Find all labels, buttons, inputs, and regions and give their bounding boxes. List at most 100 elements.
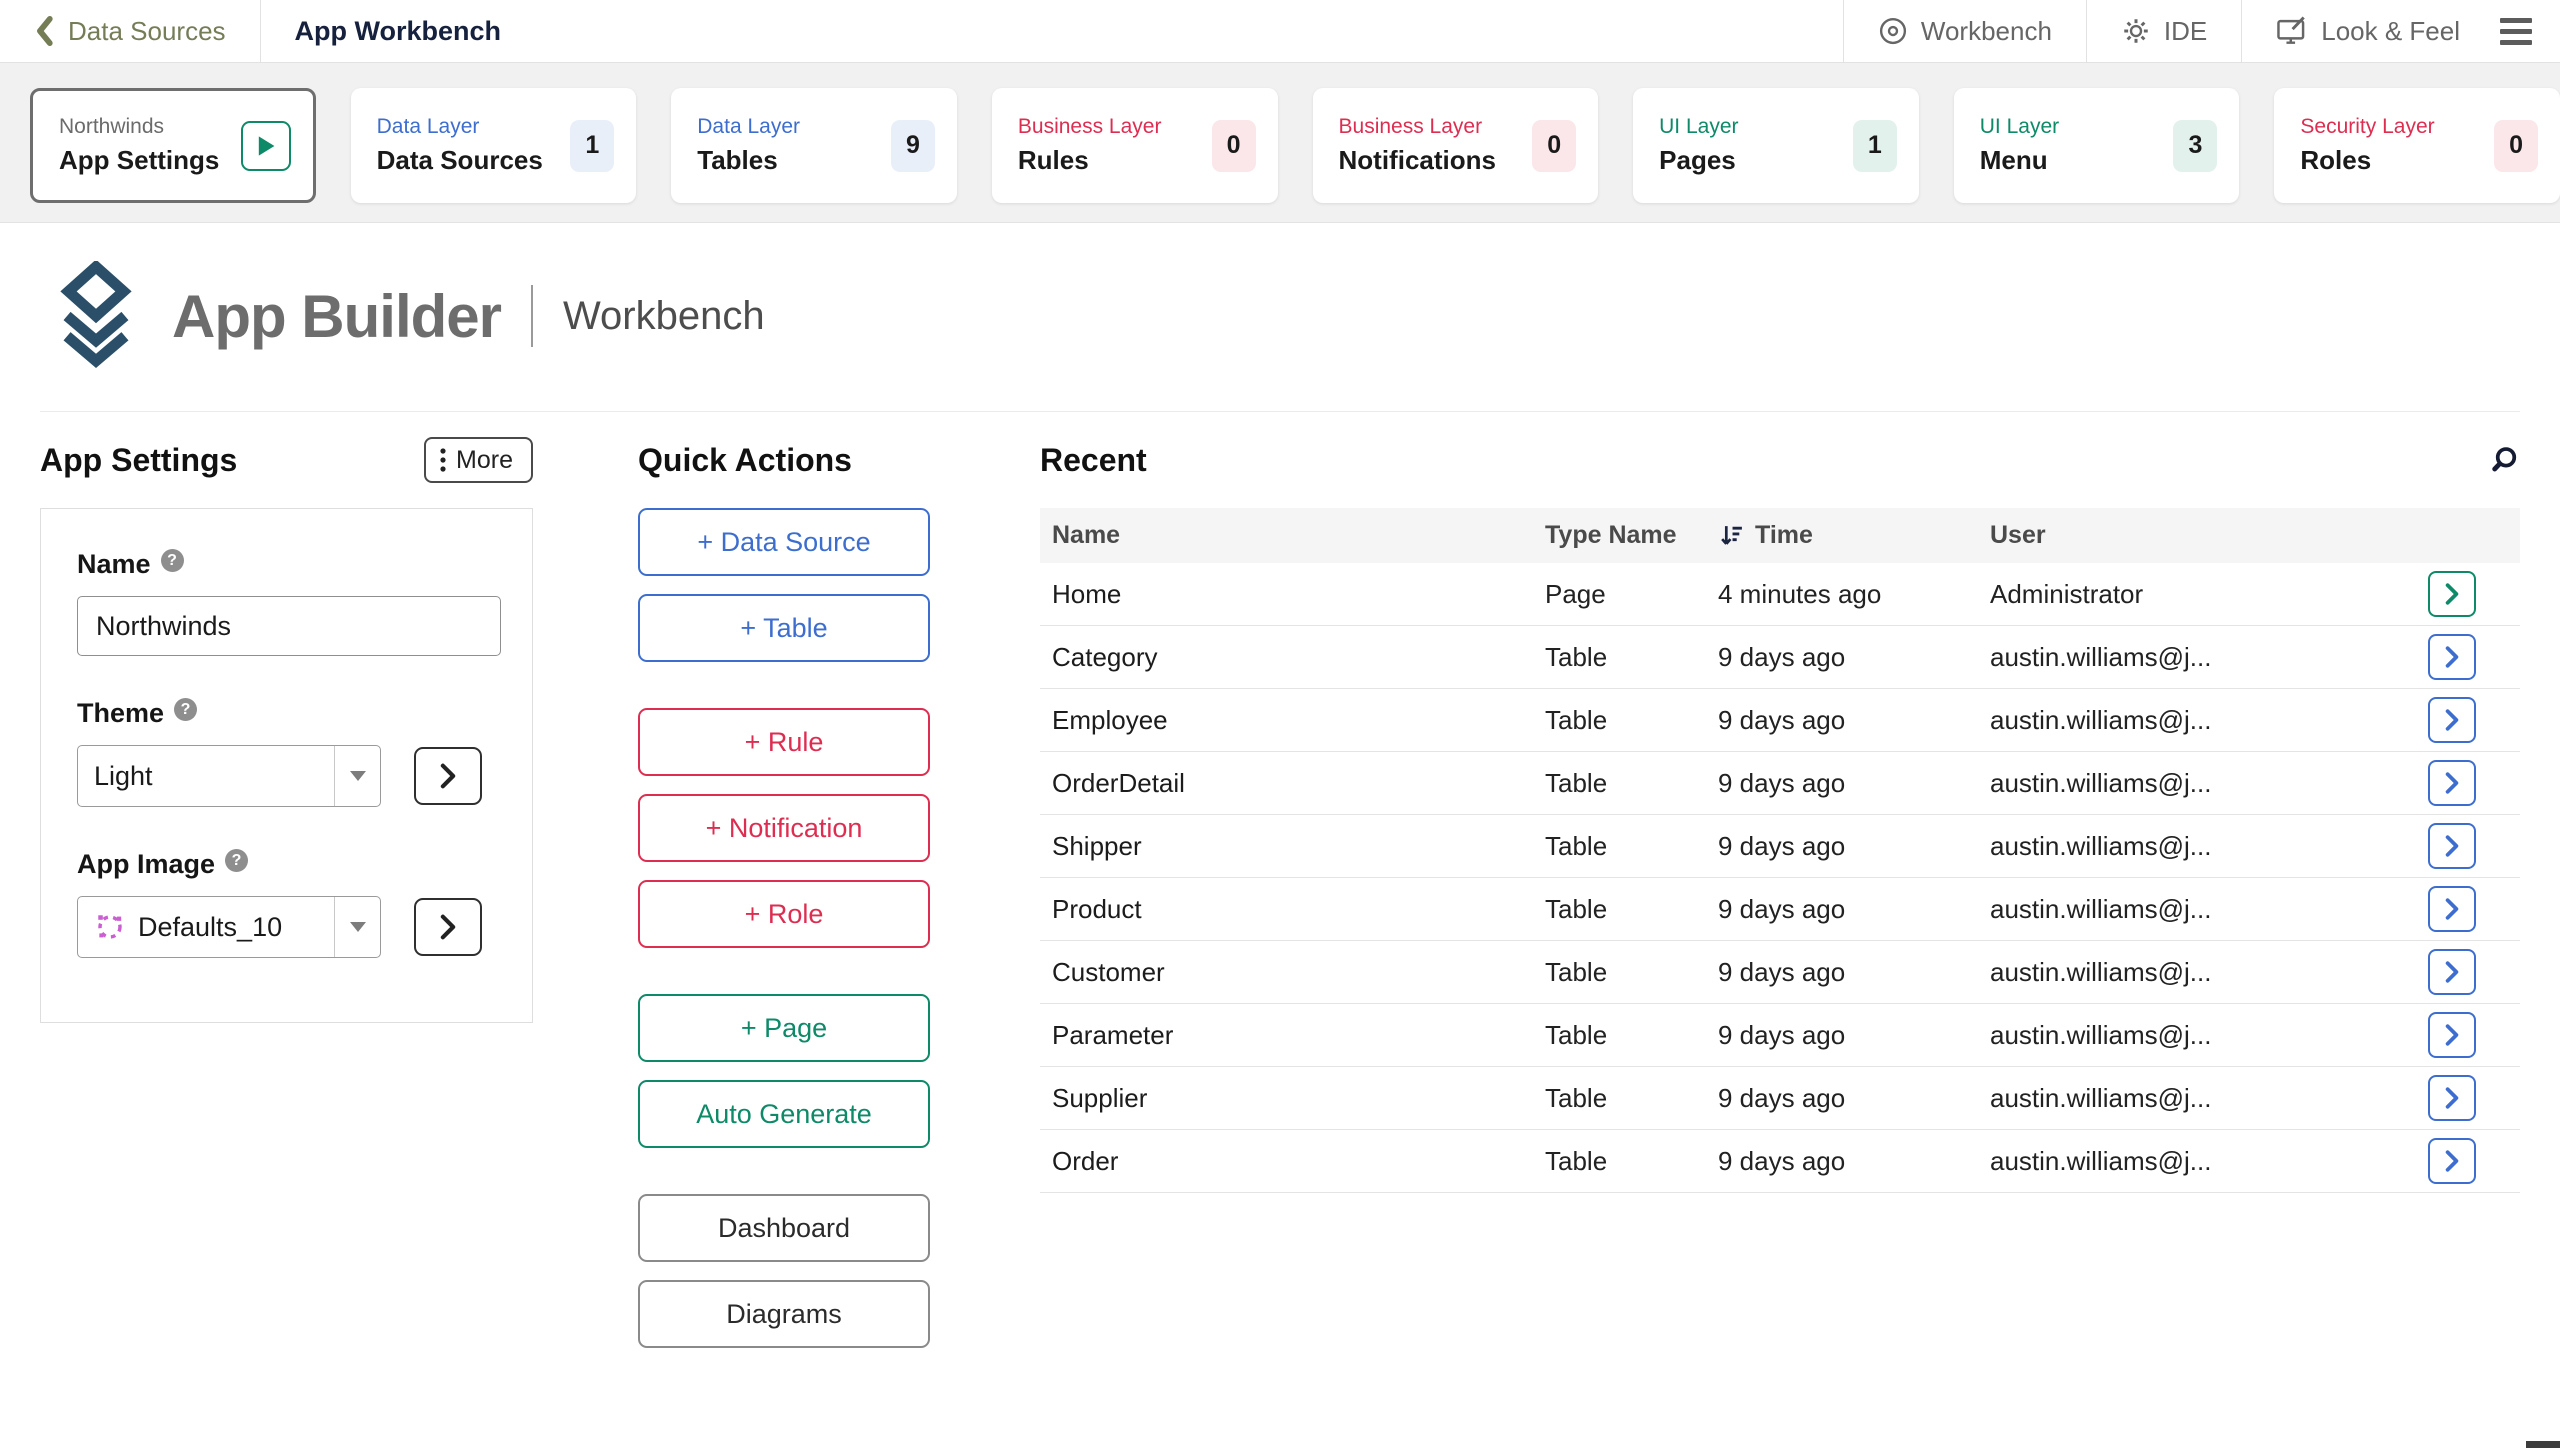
table-row[interactable]: Parameter Table 9 days ago austin.willia… [1040, 1004, 2520, 1067]
table-row[interactable]: Shipper Table 9 days ago austin.williams… [1040, 815, 2520, 878]
chevron-right-icon [2444, 646, 2460, 668]
run-app-button[interactable] [241, 121, 291, 171]
theme-open-button[interactable] [414, 747, 482, 805]
dashboard-button[interactable]: Dashboard [638, 1194, 930, 1262]
help-icon[interactable]: ? [174, 698, 197, 721]
diagrams-button[interactable]: Diagrams [638, 1280, 930, 1348]
app-image-open-button[interactable] [414, 898, 482, 956]
add-data-source-button[interactable]: + Data Source [638, 508, 930, 576]
column-header-time[interactable]: Time [1718, 521, 1990, 550]
theme-label: Theme [77, 698, 164, 729]
column-header-name[interactable]: Name [1040, 521, 1545, 550]
card-roles[interactable]: Security Layer Roles 0 [2274, 88, 2560, 203]
open-row-button[interactable] [2428, 823, 2476, 869]
row-user: austin.williams@j... [1990, 705, 2428, 736]
row-type: Table [1545, 1083, 1718, 1114]
open-row-button[interactable] [2428, 571, 2476, 617]
table-row[interactable]: Category Table 9 days ago austin.william… [1040, 626, 2520, 689]
open-row-button[interactable] [2428, 949, 2476, 995]
brand-title: App Builder [172, 282, 501, 351]
row-user: austin.williams@j... [1990, 957, 2428, 988]
chevron-right-icon [2444, 835, 2460, 857]
open-row-button[interactable] [2428, 697, 2476, 743]
back-label: Data Sources [68, 16, 226, 47]
table-row[interactable]: Product Table 9 days ago austin.williams… [1040, 878, 2520, 941]
card-app-settings[interactable]: Northwinds App Settings [30, 88, 316, 203]
card-name: Pages [1659, 145, 1738, 176]
open-row-button[interactable] [2428, 1012, 2476, 1058]
nav-item-ide[interactable]: IDE [2121, 16, 2207, 47]
chevron-right-icon [2444, 1024, 2460, 1046]
app-settings-heading: App Settings [40, 442, 237, 479]
row-name: OrderDetail [1040, 768, 1545, 799]
card-layer: Data Layer [377, 115, 543, 139]
open-row-button[interactable] [2428, 760, 2476, 806]
add-notification-button[interactable]: + Notification [638, 794, 930, 862]
back-to-data-sources[interactable]: Data Sources [34, 16, 226, 47]
help-icon[interactable]: ? [161, 549, 184, 572]
card-name: Data Sources [377, 145, 543, 176]
count-badge: 0 [1532, 120, 1576, 172]
row-type: Table [1545, 957, 1718, 988]
count-badge: 0 [2494, 120, 2538, 172]
horizontal-scrollbar-thumb[interactable] [2526, 1441, 2560, 1448]
card-name: Tables [697, 145, 800, 176]
auto-generate-button[interactable]: Auto Generate [638, 1080, 930, 1148]
card-notifications[interactable]: Business Layer Notifications 0 [1313, 88, 1599, 203]
card-name: Rules [1018, 145, 1162, 176]
table-row[interactable]: Employee Table 9 days ago austin.william… [1040, 689, 2520, 752]
add-table-button[interactable]: + Table [638, 594, 930, 662]
row-type: Table [1545, 768, 1718, 799]
row-user: austin.williams@j... [1990, 1146, 2428, 1177]
theme-dropdown[interactable]: Light [77, 745, 381, 807]
row-time: 9 days ago [1718, 957, 1990, 988]
row-user: austin.williams@j... [1990, 768, 2428, 799]
count-badge: 0 [1212, 120, 1256, 172]
search-icon[interactable] [2488, 444, 2520, 476]
card-name: Notifications [1339, 145, 1496, 176]
app-image-thumbnail-icon [94, 911, 126, 943]
card-pages[interactable]: UI Layer Pages 1 [1633, 88, 1919, 203]
card-data-sources[interactable]: Data Layer Data Sources 1 [351, 88, 637, 203]
column-header-user[interactable]: User [1990, 521, 2428, 550]
app-name-input[interactable] [77, 596, 501, 656]
open-row-button[interactable] [2428, 1138, 2476, 1184]
column-header-type[interactable]: Type Name [1545, 521, 1718, 550]
column-header-time-label: Time [1755, 521, 1813, 550]
more-label: More [456, 446, 513, 475]
card-menu[interactable]: UI Layer Menu 3 [1954, 88, 2240, 203]
open-row-button[interactable] [2428, 886, 2476, 932]
open-row-button[interactable] [2428, 634, 2476, 680]
row-user: austin.williams@j... [1990, 894, 2428, 925]
app-image-dropdown[interactable]: Defaults_10 [77, 896, 381, 958]
card-tables[interactable]: Data Layer Tables 9 [671, 88, 957, 203]
open-row-button[interactable] [2428, 1075, 2476, 1121]
divider [1843, 0, 1844, 63]
chevron-right-icon [2444, 772, 2460, 794]
sort-descending-icon [1718, 522, 1745, 549]
count-badge: 3 [2173, 120, 2217, 172]
table-row[interactable]: OrderDetail Table 9 days ago austin.will… [1040, 752, 2520, 815]
card-rules[interactable]: Business Layer Rules 0 [992, 88, 1278, 203]
menu-hamburger-icon[interactable] [2500, 18, 2532, 45]
count-badge: 9 [891, 120, 935, 172]
nav-item-workbench[interactable]: Workbench [1878, 16, 2052, 47]
chevron-down-icon [350, 771, 366, 781]
help-icon[interactable]: ? [225, 849, 248, 872]
row-time: 9 days ago [1718, 705, 1990, 736]
nav-item-look-and-feel[interactable]: Look & Feel [2276, 16, 2460, 47]
add-rule-button[interactable]: + Rule [638, 708, 930, 776]
add-role-button[interactable]: + Role [638, 880, 930, 948]
table-row[interactable]: Customer Table 9 days ago austin.william… [1040, 941, 2520, 1004]
row-time: 4 minutes ago [1718, 579, 1990, 610]
table-row[interactable]: Supplier Table 9 days ago austin.william… [1040, 1067, 2520, 1130]
app-builder-logo-icon [48, 261, 144, 371]
page-title: App Workbench [295, 16, 502, 47]
more-button[interactable]: More [424, 437, 533, 483]
count-badge: 1 [570, 120, 614, 172]
row-time: 9 days ago [1718, 1083, 1990, 1114]
add-page-button[interactable]: + Page [638, 994, 930, 1062]
table-row[interactable]: Order Table 9 days ago austin.williams@j… [1040, 1130, 2520, 1193]
table-row[interactable]: Home Page 4 minutes ago Administrator [1040, 563, 2520, 626]
chevron-right-icon [2444, 898, 2460, 920]
